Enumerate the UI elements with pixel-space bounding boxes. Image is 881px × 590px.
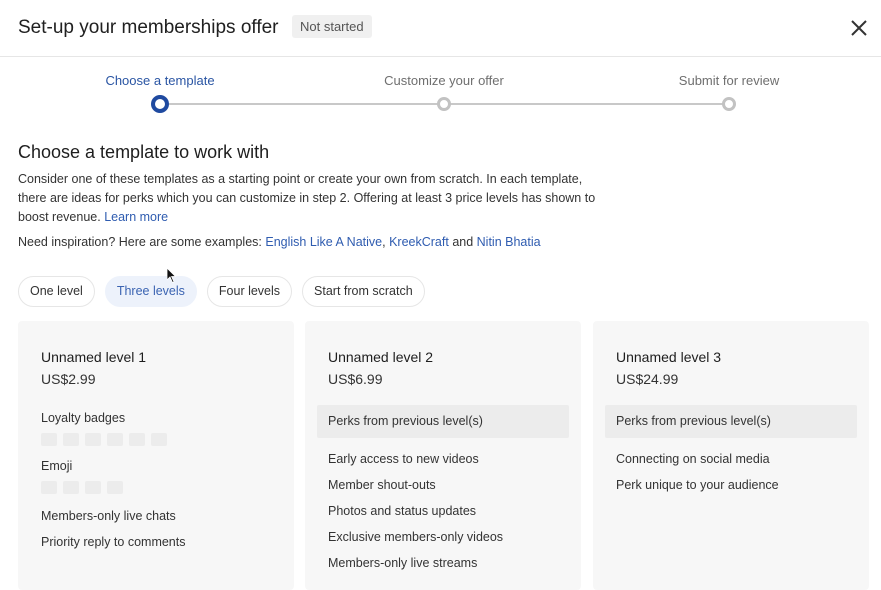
badge-icon [151, 432, 167, 446]
perk-item: Early access to new videos [328, 452, 479, 466]
step-label-submit-review: Submit for review [678, 73, 780, 88]
previous-perks-row: Perks from previous level(s) [317, 405, 569, 438]
previous-perks-row: Perks from previous level(s) [605, 405, 857, 438]
close-button[interactable] [848, 17, 870, 39]
dialog-title: Set-up your memberships offer [18, 17, 279, 38]
badge-icon [41, 432, 57, 446]
perk-item: Perk unique to your audience [616, 478, 779, 492]
emoji-icon [41, 480, 57, 494]
template-chip-group: One level Three levels Four levels Start… [18, 276, 425, 307]
step-indicator [437, 97, 451, 111]
level-card-3[interactable]: Unnamed level 3 US$24.99 Perks from prev… [593, 321, 869, 590]
inspiration-prefix: Need inspiration? Here are some examples… [18, 235, 262, 249]
perk-item: Photos and status updates [328, 504, 477, 518]
badge-icon [85, 432, 101, 446]
chip-one-level[interactable]: One level [18, 276, 95, 307]
loyalty-badges-label: Loyalty badges [41, 411, 126, 425]
step-connector [444, 103, 729, 105]
badge-thumbnails [18, 429, 294, 449]
emoji-icon [63, 480, 79, 494]
level-price: US$2.99 [41, 371, 96, 387]
level-name: Unnamed level 2 [328, 349, 434, 365]
perk-list: Perks from previous level(s) Early acces… [305, 405, 581, 576]
level-price: US$6.99 [328, 371, 383, 387]
perk-list: Loyalty badges Emoji Members-only live c… [18, 407, 294, 555]
section-description: Consider one of these templates as a sta… [18, 170, 598, 227]
learn-more-link[interactable]: Learn more [104, 210, 168, 224]
emoji-icon [107, 480, 123, 494]
section-title: Choose a template to work with [18, 142, 270, 162]
mouse-cursor-icon [167, 268, 177, 284]
badge-icon [107, 432, 123, 446]
perk-item: Exclusive members-only videos [328, 530, 504, 544]
step-label-choose-template[interactable]: Choose a template [105, 73, 214, 88]
perk-item: Connecting on social media [616, 452, 770, 466]
separator: , [382, 235, 386, 249]
perk-item: Member shout-outs [328, 478, 436, 492]
chip-three-levels[interactable]: Three levels [104, 276, 197, 307]
step-indicator [722, 97, 736, 111]
step-label-customize-offer: Customize your offer [384, 73, 504, 88]
example-link-english-like-a-native[interactable]: English Like A Native [265, 235, 382, 249]
perk-list: Perks from previous level(s) Connecting … [593, 405, 869, 498]
perk-item: Priority reply to comments [41, 535, 186, 549]
chip-start-from-scratch[interactable]: Start from scratch [302, 276, 425, 307]
conjunction: and [452, 235, 474, 249]
level-card-2[interactable]: Unnamed level 2 US$6.99 Perks from previ… [305, 321, 581, 590]
perk-item: Members-only live chats [41, 509, 176, 523]
example-link-kreekcraft[interactable]: KreekCraft [389, 235, 449, 249]
perk-item: Members-only live streams [328, 556, 478, 570]
step-indicator-active [151, 95, 169, 113]
level-name: Unnamed level 3 [616, 349, 722, 365]
progress-stepper: Choose a template Customize your offer S… [0, 58, 881, 128]
example-link-nitin-bhatia[interactable]: Nitin Bhatia [477, 235, 541, 249]
close-icon [851, 20, 867, 36]
badge-icon [129, 432, 145, 446]
dialog-header: Set-up your memberships offer Not starte… [0, 0, 881, 57]
step-connector [160, 103, 444, 105]
inspiration-line: Need inspiration? Here are some examples… [18, 235, 541, 249]
emoji-thumbnails [18, 477, 294, 497]
level-price: US$24.99 [616, 371, 679, 387]
emoji-icon [85, 480, 101, 494]
status-badge: Not started [292, 15, 372, 38]
badge-icon [63, 432, 79, 446]
chip-four-levels[interactable]: Four levels [206, 276, 293, 307]
level-card-1[interactable]: Unnamed level 1 US$2.99 Loyalty badges E… [18, 321, 294, 590]
level-name: Unnamed level 1 [41, 349, 147, 365]
emoji-label: Emoji [41, 459, 73, 473]
